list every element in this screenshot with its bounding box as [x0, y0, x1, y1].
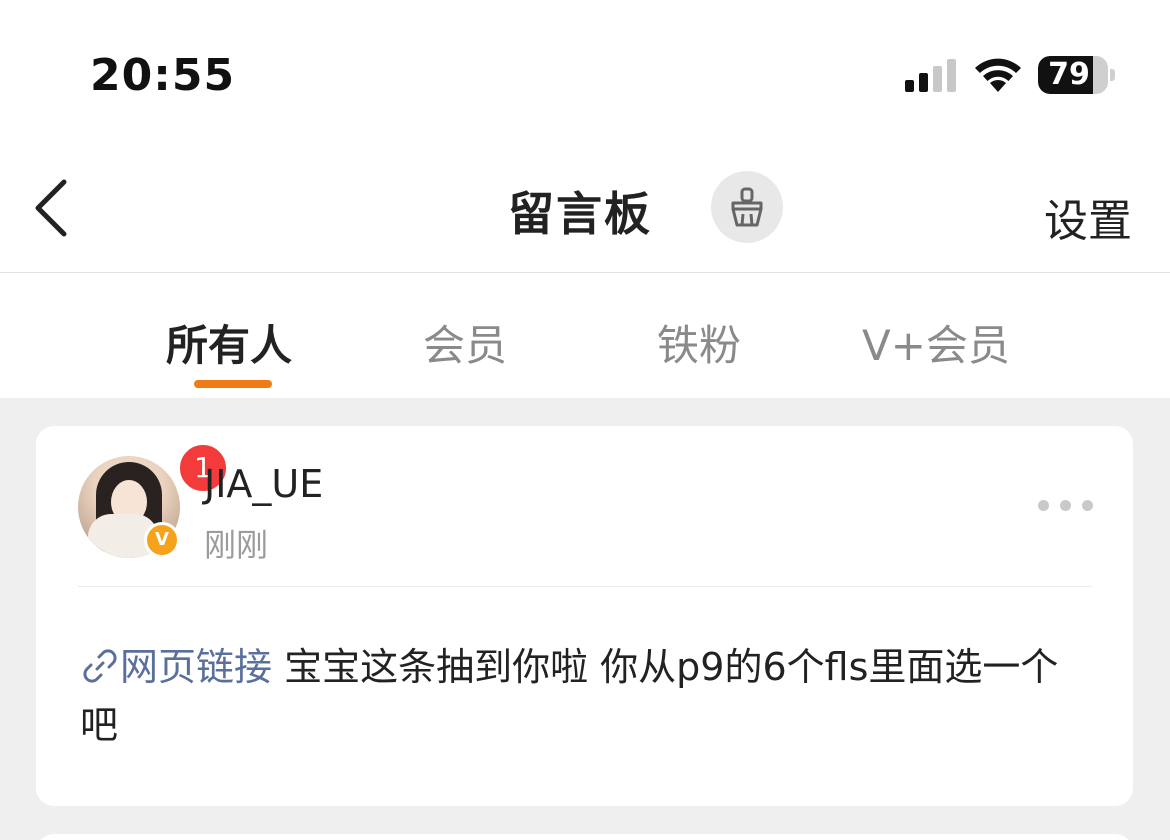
web-link-text[interactable]: 网页链接	[120, 645, 272, 689]
divider	[78, 586, 1092, 587]
message-card[interactable]: 1 V JIA_UE 刚刚 网页链接 宝宝这条抽到你啦 你从p9的6个fls里面…	[36, 426, 1133, 806]
battery-level: 79	[1048, 57, 1090, 92]
cellular-signal-icon	[905, 58, 957, 92]
tab-bar: 所有人 会员 铁粉 V+会员	[0, 274, 1170, 398]
link-icon	[83, 649, 117, 683]
tab-vplus-members[interactable]: V+会员	[862, 312, 1010, 373]
broom-icon	[731, 187, 763, 227]
nav-bar: 留言板 设置	[0, 150, 1170, 273]
verified-badge: V	[144, 522, 180, 558]
message-content: 网页链接 宝宝这条抽到你啦 你从p9的6个fls里面选一个吧	[80, 638, 1090, 754]
username[interactable]: JIA_UE	[204, 462, 323, 506]
tab-members[interactable]: 会员	[423, 312, 507, 373]
settings-button[interactable]: 设置	[1044, 185, 1132, 249]
status-time: 20:55	[90, 50, 236, 101]
status-bar: 20:55 79	[0, 0, 1170, 150]
more-icon[interactable]	[1038, 500, 1094, 514]
page-title: 留言板	[508, 187, 652, 241]
chevron-left-icon[interactable]	[28, 176, 76, 240]
battery-indicator: 79	[1038, 56, 1116, 94]
next-message-card[interactable]	[36, 834, 1133, 840]
web-link[interactable]: 网页链接	[80, 645, 272, 689]
tab-fans[interactable]: 铁粉	[657, 312, 741, 373]
tab-all[interactable]: 所有人	[166, 312, 292, 373]
wifi-icon	[975, 58, 1021, 92]
clean-button[interactable]	[711, 171, 783, 243]
active-tab-indicator	[194, 380, 272, 388]
timestamp: 刚刚	[204, 526, 269, 564]
